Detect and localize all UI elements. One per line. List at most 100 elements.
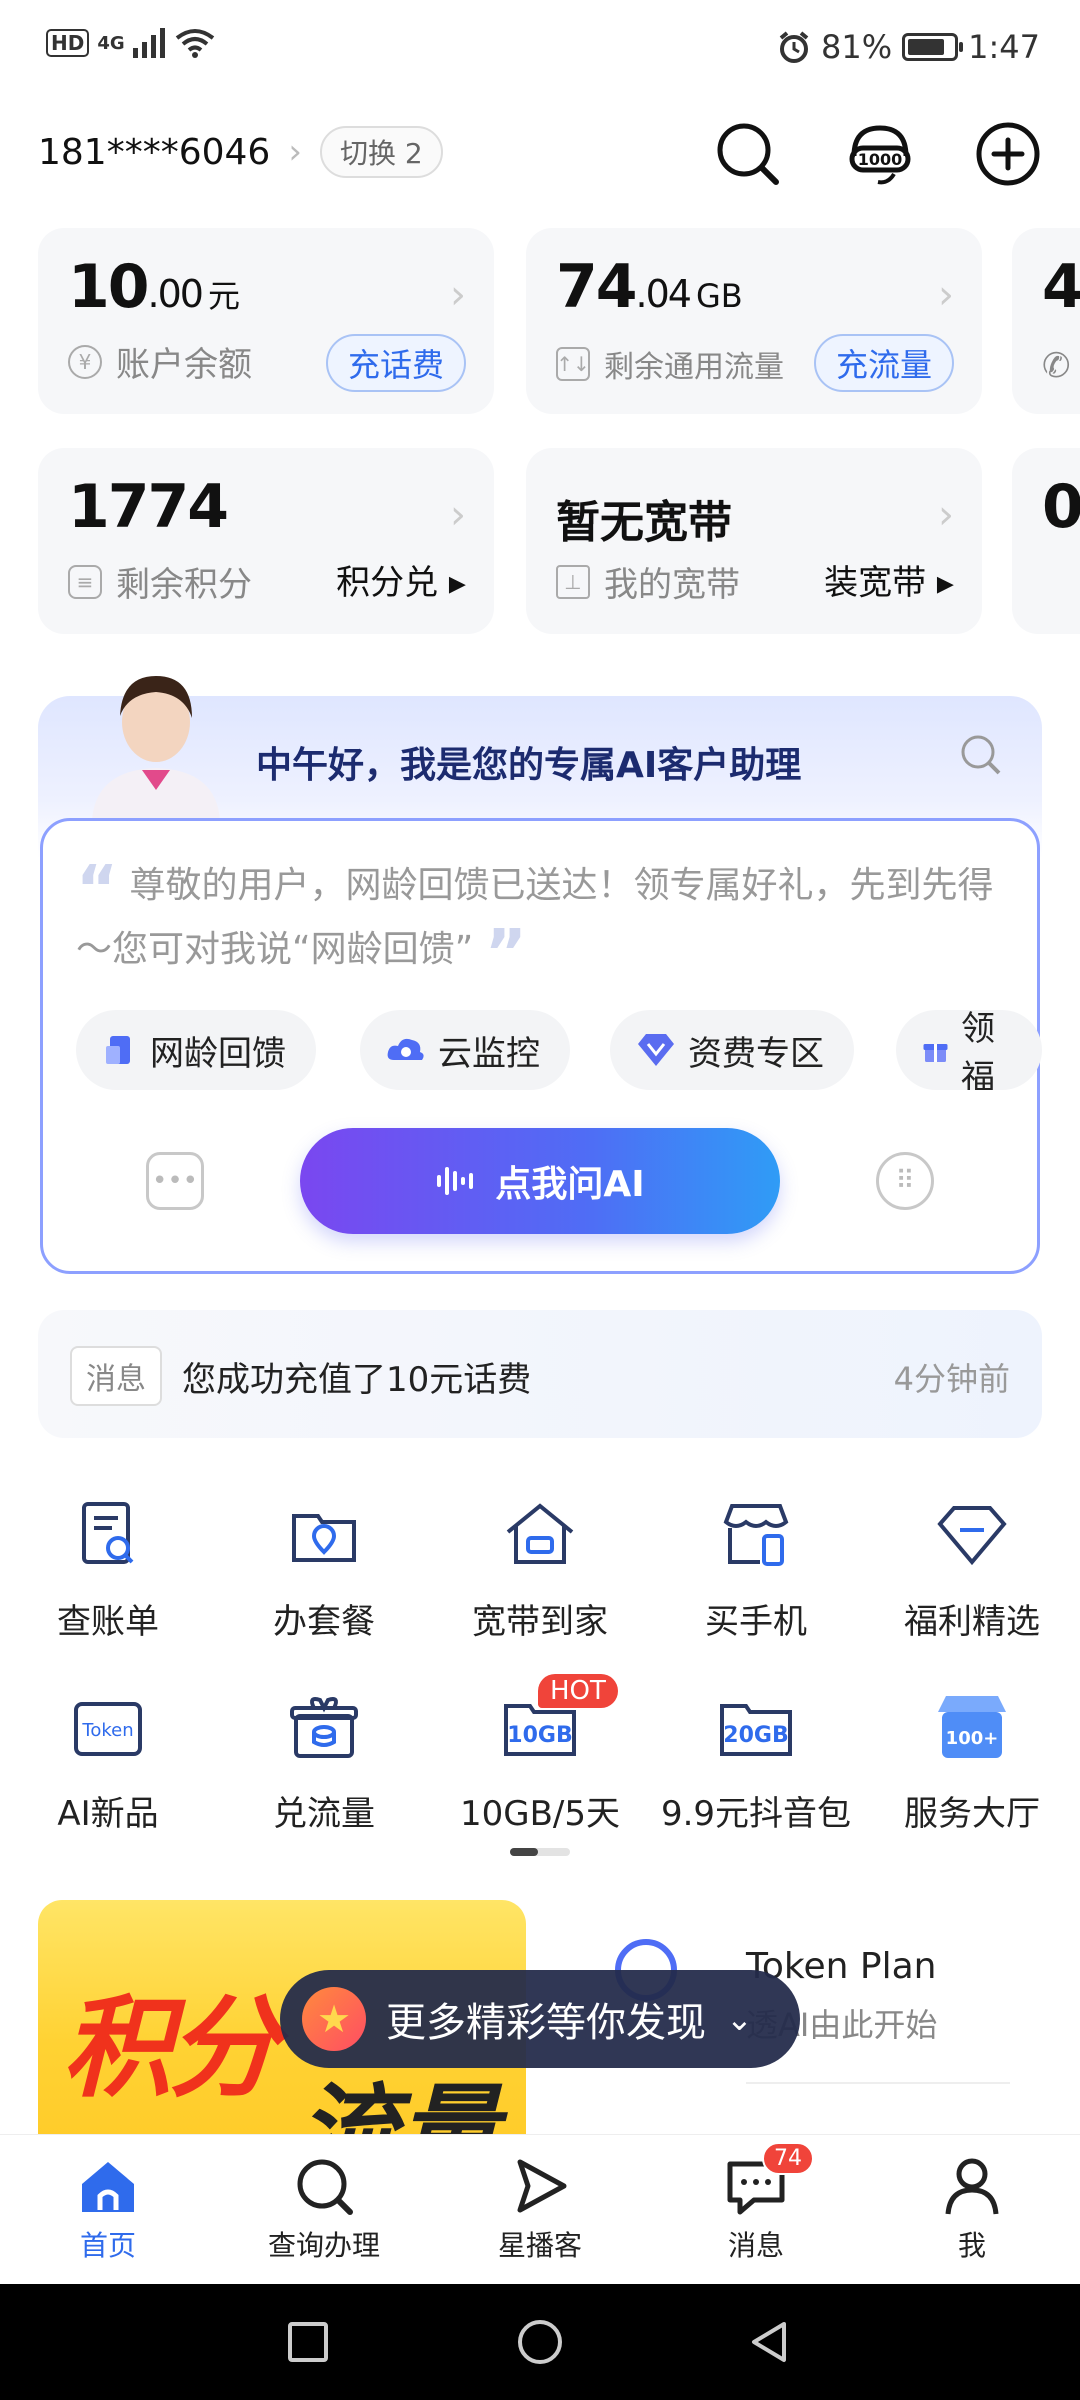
open-quote-icon: “: [76, 853, 119, 927]
data-card[interactable]: 74.04 GB › ↑↓ 剩余通用流量 充流量: [526, 228, 982, 414]
tab-query[interactable]: 查询办理: [216, 2154, 432, 2264]
add-icon[interactable]: [972, 118, 1044, 190]
grid-item-douyin-pack[interactable]: 20GB 9.9元抖音包: [648, 1688, 864, 1835]
20gb-folder-icon: 20GB: [720, 1704, 792, 1756]
partial-card-bottom[interactable]: 0.: [1012, 448, 1080, 634]
message-time: 4分钟前: [893, 1360, 1010, 1398]
chevron-right-icon: ›: [450, 492, 466, 538]
router-icon: ⊥: [556, 564, 590, 599]
svg-text:20GB: 20GB: [723, 1723, 788, 1748]
switch-account-button[interactable]: 切换 2: [319, 126, 443, 178]
discover-more-label: 更多精彩等你发现: [386, 2000, 706, 2046]
chip-claim-gift[interactable]: 领福: [896, 1010, 1042, 1090]
status-left: HD 4G: [46, 28, 215, 58]
chip-cloud-monitor[interactable]: 云监控: [360, 1010, 570, 1090]
home-icon: [82, 2162, 134, 2212]
bill-search-icon: [82, 1502, 134, 1564]
message-count-badge: 74: [762, 2142, 814, 2175]
broadband-card[interactable]: 暂无宽带 › ⊥ 我的宽带 装宽带 ▸: [526, 448, 982, 634]
page-indicator: [510, 1848, 570, 1856]
diamond-icon: [937, 1506, 1007, 1566]
voice-wave-icon: [437, 1167, 474, 1195]
keyboard-icon[interactable]: ⠿: [876, 1152, 934, 1210]
chat-icon[interactable]: •••: [146, 1152, 204, 1210]
search-icon: [297, 2159, 353, 2215]
svg-text:1000: 1000: [858, 150, 903, 169]
clock: 1:47: [968, 28, 1040, 66]
redeem-points-button[interactable]: 积分兑 ▸: [336, 555, 466, 604]
phone-icon: ✆: [1042, 346, 1071, 386]
search-icon[interactable]: [712, 118, 784, 190]
data-usage-icon: ↑↓: [556, 347, 590, 381]
grid-item-package[interactable]: 办套餐: [216, 1496, 432, 1643]
alarm-icon: [779, 31, 809, 63]
install-broadband-button[interactable]: 装宽带 ▸: [824, 555, 954, 604]
search-icon[interactable]: [958, 732, 1004, 778]
points-label-row: ≡ 剩余积分: [68, 557, 252, 606]
grid-item-buy-phone[interactable]: 买手机: [648, 1496, 864, 1643]
chip-network-age-reward[interactable]: 网龄回馈: [76, 1010, 316, 1090]
cloud-camera-icon: [387, 1038, 424, 1060]
partial-card-top[interactable]: 4 ✆: [1012, 228, 1080, 414]
discover-more-button[interactable]: ★ 更多精彩等你发现 ⌄: [280, 1970, 800, 2068]
hot-badge: HOT: [538, 1674, 618, 1708]
gift-coins-icon: [290, 1697, 358, 1758]
svg-text:10GB: 10GB: [507, 1723, 572, 1748]
grid-item-service-hall[interactable]: 100+ 服务大厅: [864, 1688, 1080, 1835]
partial-value: 0.: [1042, 472, 1080, 542]
balance-card[interactable]: 10.00 元 › ¥ 账户余额 充话费: [38, 228, 494, 414]
customer-service-icon[interactable]: 1000: [844, 118, 916, 190]
grid-item-bill[interactable]: 查账单: [0, 1496, 216, 1643]
system-navigation-bar: [0, 2284, 1080, 2400]
token-icon: Token: [74, 1702, 142, 1756]
grid-item-redeem-data[interactable]: 兑流量: [216, 1688, 432, 1835]
status-right: 81% 1:47: [777, 28, 1040, 66]
home-button-icon[interactable]: [516, 2318, 564, 2366]
back-icon[interactable]: [746, 2318, 794, 2366]
hd-icon: HD: [46, 29, 90, 57]
points-card[interactable]: 1774 › ≡ 剩余积分 积分兑 ▸: [38, 448, 494, 634]
recharge-button[interactable]: 充话费: [325, 334, 466, 392]
recent-apps-icon[interactable]: [286, 2320, 330, 2364]
grid-item-broadband-home[interactable]: 宽带到家: [432, 1496, 648, 1643]
partial-value: 4: [1042, 252, 1080, 322]
promo-text-points: 积分: [62, 1984, 278, 2112]
data-amount: 74.04 GB: [556, 252, 743, 322]
service-hall-icon: 100+: [938, 1696, 1006, 1758]
battery-percent: 81%: [821, 28, 893, 66]
buy-data-button[interactable]: 充流量: [813, 334, 954, 392]
tab-messages[interactable]: 消息: [648, 2154, 864, 2264]
ask-ai-button[interactable]: 点我问AI: [300, 1128, 780, 1234]
svg-text:Token: Token: [81, 1720, 133, 1741]
message-text[interactable]: 您成功充值了10元话费: [182, 1352, 531, 1401]
grid-item-ai-products[interactable]: Token AI新品: [0, 1688, 216, 1835]
svg-text:100+: 100+: [946, 1728, 999, 1749]
home-router-icon: [506, 1503, 574, 1564]
ai-greeting: 中午好，我是您的专属AI客户助理: [256, 745, 802, 786]
tab-home[interactable]: 首页: [0, 2154, 216, 2264]
tab-me[interactable]: 我: [864, 2154, 1080, 2264]
folder-location-icon: [292, 1514, 356, 1562]
account-switcher[interactable]: 181****6046 › 切换 2: [38, 126, 443, 178]
chevron-right-icon: ›: [288, 132, 302, 172]
signal-icon: [132, 28, 165, 58]
play-icon: [517, 2159, 567, 2213]
gift-icon: [923, 1044, 948, 1062]
ai-avatar: [92, 676, 220, 820]
divider: [746, 2082, 1010, 2084]
double-chevron-down-icon: ⌄: [726, 2000, 753, 2038]
user-icon: [945, 2158, 999, 2215]
account-number[interactable]: 181****6046: [38, 132, 270, 173]
wifi-icon: [175, 29, 214, 58]
tab-star-broadcast[interactable]: 星播客: [432, 2154, 648, 2264]
chip-tariff-zone[interactable]: 资费专区: [610, 1010, 854, 1090]
document-icon: [106, 1036, 130, 1064]
battery-icon: [902, 33, 964, 61]
grid-item-benefits[interactable]: 福利精选: [864, 1496, 1080, 1643]
star-icon: ★: [302, 1987, 366, 2051]
balance-label-row: ¥ 账户余额: [68, 337, 252, 386]
chevron-right-icon: ›: [938, 272, 954, 318]
status-bar: HD 4G 81% 1:47: [0, 0, 1080, 100]
close-quote-icon: ”: [484, 917, 527, 991]
grid-item-10gb[interactable]: 10GB 10GB/5天: [432, 1688, 648, 1835]
